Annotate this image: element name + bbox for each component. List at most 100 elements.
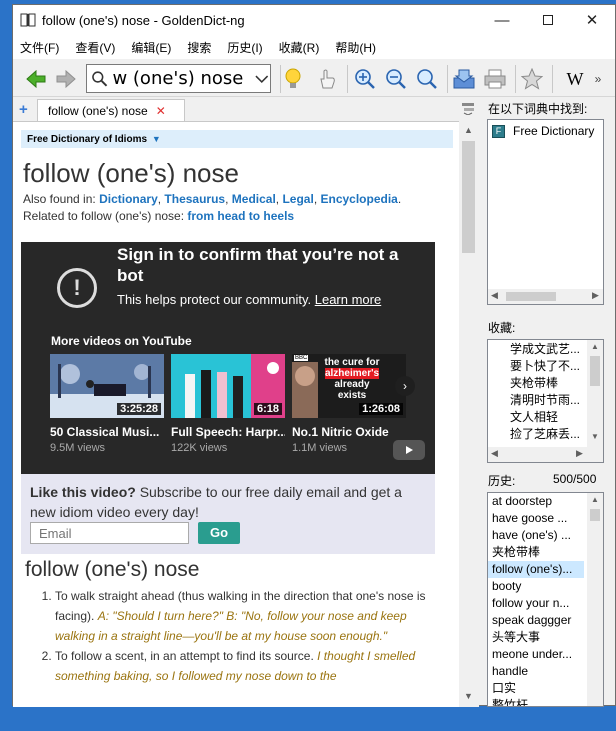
found-scroll-thumb[interactable] xyxy=(506,292,556,301)
video-duration-2: 6:18 xyxy=(253,403,282,415)
history-item[interactable]: booty xyxy=(488,578,584,595)
video-thumbnail-2[interactable]: 6:18 xyxy=(171,354,285,418)
history-scroll-thumb[interactable] xyxy=(590,509,600,521)
video-thumbnail-1[interactable]: 3:25:28 xyxy=(50,354,164,418)
forward-button[interactable] xyxy=(54,68,78,90)
history-label: 历史: xyxy=(488,474,516,488)
tab-close-icon[interactable]: ✕ xyxy=(156,104,166,118)
history-item[interactable]: have goose ... xyxy=(488,510,584,527)
history-item[interactable]: 头等大事 xyxy=(488,629,584,646)
toolbar-overflow-button[interactable]: » xyxy=(591,68,605,90)
collapse-triangle-icon[interactable]: ▼ xyxy=(152,134,161,144)
scroll-left-icon[interactable]: ◀ xyxy=(491,290,498,301)
headword: follow (one's) nose xyxy=(23,158,239,188)
print-button[interactable] xyxy=(483,68,507,90)
email-field[interactable] xyxy=(30,522,189,544)
link-related[interactable]: from head to heels xyxy=(187,209,294,223)
link-legal[interactable]: Legal xyxy=(282,192,313,206)
thumbnail-highlight: alzheimer's xyxy=(324,368,380,379)
scroll-up-icon[interactable]: ▲ xyxy=(591,342,599,351)
wikipedia-button[interactable]: W xyxy=(563,68,587,90)
tab-article[interactable]: follow (one's) nose ✕ xyxy=(37,99,185,121)
sense-item: To walk straight ahead (thus walking in … xyxy=(55,586,435,646)
learn-more-link[interactable]: Learn more xyxy=(315,292,381,307)
zoom-out-button[interactable] xyxy=(384,68,408,90)
favorites-scroll-thumb[interactable] xyxy=(590,356,600,386)
found-hscrollbar[interactable]: ◀ ▶ xyxy=(488,289,603,304)
history-item[interactable]: meone under... xyxy=(488,646,584,663)
toolbar-separator xyxy=(347,65,348,93)
back-button[interactable] xyxy=(24,68,48,90)
toolbar: W » xyxy=(13,59,615,97)
link-medical[interactable]: Medical xyxy=(232,192,276,206)
menu-history[interactable]: 历史(I) xyxy=(227,39,262,56)
save-article-button[interactable] xyxy=(452,68,476,90)
scroll-up-icon[interactable]: ▲ xyxy=(591,495,599,504)
link-dictionary[interactable]: Dictionary xyxy=(99,192,158,206)
zoom-in-button[interactable] xyxy=(353,68,377,90)
link-encyclopedia[interactable]: Encyclopedia xyxy=(320,192,397,206)
video-duration-3: 1:26:08 xyxy=(359,403,403,415)
video-title-1[interactable]: 50 Classical Musi... xyxy=(50,425,164,439)
scroll-right-icon[interactable]: ▶ xyxy=(592,290,599,301)
youtube-logo-icon[interactable] xyxy=(393,440,425,460)
menu-view[interactable]: 查看(V) xyxy=(75,39,115,56)
history-item-selected[interactable]: follow (one's)... xyxy=(488,561,584,578)
add-favorite-button[interactable] xyxy=(520,68,544,90)
wikipedia-icon: W xyxy=(566,68,584,89)
minimize-button[interactable]: — xyxy=(479,5,525,35)
scan-popup-button[interactable] xyxy=(315,68,339,90)
youtube-body: This helps protect our community. xyxy=(117,292,315,307)
favorites-label: 收藏: xyxy=(488,321,516,335)
tab-list-button[interactable] xyxy=(461,101,475,118)
history-item[interactable]: follow your n... xyxy=(488,595,584,612)
search-box[interactable] xyxy=(86,64,271,93)
close-button[interactable]: ✕ xyxy=(569,5,615,35)
video-title-2[interactable]: Full Speech: Harpr... xyxy=(171,425,285,439)
video-duration-1: 3:25:28 xyxy=(117,403,161,415)
youtube-embed[interactable]: ! Sign in to confirm that you’re not a b… xyxy=(21,242,435,474)
search-input[interactable] xyxy=(112,68,253,89)
scroll-left-icon[interactable]: ◀ xyxy=(491,448,498,459)
menu-search[interactable]: 搜索 xyxy=(187,39,211,56)
video-title-3[interactable]: No.1 Nitric Oxide ... xyxy=(292,425,392,439)
zoom-reset-button[interactable] xyxy=(415,68,439,90)
video-thumbnail-3[interactable]: BBC the cure for alzheimer's already exi… xyxy=(292,354,406,418)
favorites-vscrollbar[interactable]: ▲ ▼ xyxy=(587,340,603,447)
dictionary-header[interactable]: Free Dictionary of Idioms ▼ xyxy=(21,130,453,148)
scroll-up-icon[interactable]: ▲ xyxy=(464,125,473,135)
scroll-down-icon[interactable]: ▼ xyxy=(464,691,473,701)
history-item[interactable]: handle xyxy=(488,663,584,680)
history-item[interactable]: 整竹杆 xyxy=(488,697,584,706)
chevron-down-icon[interactable] xyxy=(254,73,270,85)
maximize-button[interactable] xyxy=(525,5,571,35)
menu-file[interactable]: 文件(F) xyxy=(20,39,59,56)
menu-edit[interactable]: 编辑(E) xyxy=(131,39,171,56)
article-scrollbar[interactable]: ▲ ▼ xyxy=(459,121,479,707)
warning-icon: ! xyxy=(57,268,97,308)
scrollbar-thumb[interactable] xyxy=(462,141,475,253)
link-thesaurus[interactable]: Thesaurus xyxy=(164,192,225,206)
new-tab-icon[interactable]: + xyxy=(19,101,28,118)
menu-favorites[interactable]: 收藏(R) xyxy=(279,39,320,56)
menu-help[interactable]: 帮助(H) xyxy=(335,39,376,56)
definition-section: follow (one's) nose To walk straight ahe… xyxy=(25,558,435,686)
history-item[interactable]: have (one's) ... xyxy=(488,527,584,544)
scroll-right-icon[interactable]: ▶ xyxy=(576,448,583,459)
history-item[interactable]: speak daggger xyxy=(488,612,584,629)
word-list-button[interactable] xyxy=(281,68,305,90)
found-item[interactable]: F Free Dictionary xyxy=(488,123,603,140)
promo-bold: Like this video? xyxy=(30,484,136,500)
history-item[interactable]: 夹枪带棒 xyxy=(488,544,584,561)
printer-icon xyxy=(484,69,506,89)
next-videos-button[interactable]: › xyxy=(395,376,415,396)
history-item[interactable]: 口实 xyxy=(488,680,584,697)
chevron-right-icon: » xyxy=(594,72,602,86)
history-item[interactable]: at doorstep xyxy=(488,493,584,510)
scroll-down-icon[interactable]: ▼ xyxy=(591,432,599,441)
favorites-hscrollbar[interactable]: ◀ ▶ xyxy=(488,447,603,462)
lightbulb-icon xyxy=(285,68,301,88)
tab-list-icon xyxy=(462,103,474,116)
history-vscrollbar[interactable]: ▲ xyxy=(587,493,603,706)
go-button[interactable]: Go xyxy=(198,522,240,544)
